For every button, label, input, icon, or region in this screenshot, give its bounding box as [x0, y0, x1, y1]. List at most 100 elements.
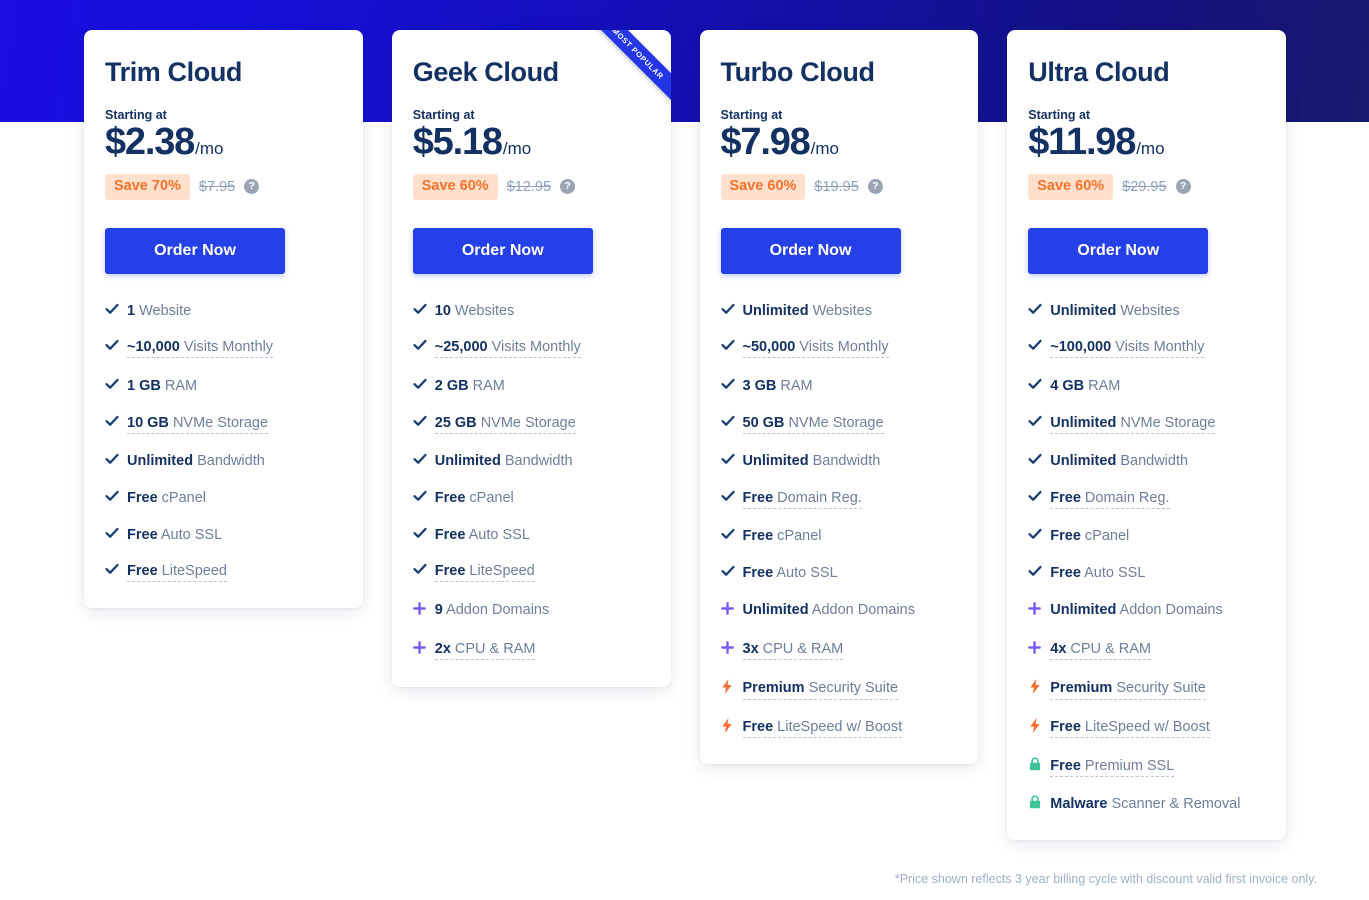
feature-highlight: Free — [742, 719, 774, 736]
feature-detail: cPanel — [1080, 528, 1130, 545]
feature-text: Free Auto SSL — [743, 564, 838, 582]
feature-text: 2 GB RAM — [435, 377, 505, 395]
feature-detail: Bandwidth — [808, 453, 881, 470]
feature-item: Free cPanel — [105, 489, 342, 507]
feature-text[interactable]: Premium Security Suite — [742, 679, 899, 700]
feature-item: Premium Security Suite — [1028, 679, 1265, 700]
plus-icon — [1028, 601, 1042, 622]
feature-text[interactable]: 3x CPU & RAM — [742, 640, 844, 661]
feature-text[interactable]: Free LiteSpeed w/ Boost — [1050, 718, 1210, 739]
feature-highlight: Unlimited — [434, 453, 501, 470]
feature-item: Free LiteSpeed — [413, 562, 650, 583]
feature-text[interactable]: Premium Security Suite — [1050, 679, 1206, 700]
feature-item: Free Auto SSL — [720, 564, 958, 582]
feature-text[interactable]: 2x CPU & RAM — [434, 640, 536, 661]
price-row: $2.38/mo — [105, 122, 342, 163]
feature-highlight: Free — [1050, 489, 1081, 506]
feature-text: Unlimited Bandwidth — [743, 452, 881, 470]
feature-highlight: 2x — [434, 641, 451, 658]
feature-highlight: 9 — [434, 601, 443, 618]
feature-item: Unlimited Bandwidth — [413, 452, 650, 470]
feature-detail: cPanel — [773, 528, 822, 545]
check-icon — [1028, 527, 1042, 545]
check-icon — [105, 414, 119, 432]
feature-detail: Visits Monthly — [1111, 339, 1205, 356]
feature-item: Free LiteSpeed w/ Boost — [721, 718, 958, 739]
feature-item: ~100,000 Visits Monthly — [1028, 338, 1265, 359]
check-icon — [1028, 338, 1042, 356]
feature-text[interactable]: Free Domain Reg. — [1050, 489, 1170, 509]
feature-text[interactable]: 50 GB NVMe Storage — [742, 414, 884, 434]
feature-text: Free cPanel — [743, 527, 822, 545]
plus-icon — [1028, 640, 1042, 661]
help-tooltip-icon[interactable]: ? — [560, 179, 576, 195]
feature-item: Free cPanel — [1028, 527, 1265, 545]
feature-text[interactable]: ~50,000 Visits Monthly — [742, 338, 889, 359]
feature-highlight: Free — [127, 563, 158, 580]
plus-icon — [412, 601, 426, 622]
feature-highlight: Unlimited — [742, 453, 809, 470]
price-row: $11.98/mo — [1028, 122, 1265, 163]
check-icon — [720, 489, 735, 507]
feature-detail: Scanner & Removal — [1107, 796, 1241, 813]
feature-text[interactable]: Free Premium SSL — [1050, 757, 1175, 777]
savings-row: Save 60% $19.95? — [720, 173, 958, 200]
feature-text[interactable]: Unlimited NVMe Storage — [1050, 414, 1216, 434]
save-badge: Save 60% — [412, 173, 498, 200]
feature-detail: NVMe Storage — [168, 414, 269, 431]
pricing-footnote: *Price shown reflects 3 year billing cyc… — [894, 872, 1317, 886]
feature-text[interactable]: Free LiteSpeed — [127, 562, 227, 583]
lightning-bolt-icon — [721, 718, 734, 737]
feature-text[interactable]: ~10,000 Visits Monthly — [127, 338, 274, 359]
feature-list: Unlimited Websites ~50,000 Visits Monthly… — [720, 302, 958, 739]
feature-text: Free Auto SSL — [435, 526, 530, 544]
feature-detail: RAM — [1084, 377, 1121, 394]
feature-text[interactable]: Free LiteSpeed w/ Boost — [742, 718, 903, 739]
price-period: /mo — [195, 138, 224, 158]
order-now-button[interactable]: Order Now — [105, 227, 285, 274]
feature-item: 4 GB RAM — [1028, 377, 1265, 395]
feature-highlight: Unlimited — [1050, 453, 1117, 470]
feature-detail: Websites — [450, 302, 515, 319]
savings-row: Save 70% $7.95? — [105, 173, 342, 200]
feature-detail: CPU & RAM — [758, 641, 844, 658]
feature-detail: Addon Domains — [1116, 601, 1223, 618]
check-icon — [1028, 414, 1042, 432]
check-icon — [1028, 302, 1042, 320]
feature-list: Unlimited Websites ~100,000 Visits Monthl… — [1028, 302, 1265, 815]
feature-text[interactable]: ~100,000 Visits Monthly — [1050, 338, 1205, 359]
feature-highlight: Free — [127, 489, 158, 506]
check-icon — [1028, 377, 1042, 395]
help-tooltip-icon[interactable]: ? — [1175, 179, 1191, 195]
check-icon — [413, 377, 427, 395]
feature-text[interactable]: 4x CPU & RAM — [1050, 640, 1151, 661]
feature-text[interactable]: ~25,000 Visits Monthly — [434, 338, 581, 359]
check-icon — [1028, 452, 1042, 470]
feature-highlight: Free — [434, 489, 466, 506]
check-icon — [105, 562, 119, 580]
feature-highlight: Free — [1050, 757, 1081, 774]
feature-text: 4 GB RAM — [1050, 377, 1120, 395]
feature-highlight: Unlimited — [742, 302, 809, 319]
plan-name: Geek Cloud — [412, 57, 559, 87]
order-now-button[interactable]: Order Now — [1028, 227, 1209, 274]
price-amount: $7.98 — [720, 120, 811, 163]
order-now-button[interactable]: Order Now — [412, 227, 593, 274]
feature-detail: Addon Domains — [808, 601, 915, 618]
feature-detail: Websites — [1116, 302, 1180, 319]
feature-text[interactable]: 10 GB NVMe Storage — [127, 414, 269, 434]
pricing-card: Turbo Cloud Starting at $7.98/mo Save 60% $1… — [699, 30, 979, 765]
help-tooltip-icon[interactable]: ? — [867, 179, 883, 195]
help-tooltip-icon[interactable]: ? — [244, 179, 260, 195]
feature-highlight: Free — [742, 489, 774, 506]
feature-text[interactable]: 25 GB NVMe Storage — [434, 414, 576, 434]
order-now-button[interactable]: Order Now — [720, 227, 901, 274]
feature-item: Unlimited Bandwidth — [720, 452, 958, 470]
feature-text[interactable]: Free LiteSpeed — [434, 562, 535, 583]
savings-row: Save 60% $29.95? — [1028, 173, 1265, 200]
feature-item: Unlimited Addon Domains — [720, 601, 958, 622]
feature-item: 2 GB RAM — [413, 377, 650, 395]
feature-item: Free Domain Reg. — [720, 489, 958, 509]
feature-text[interactable]: Free Domain Reg. — [742, 489, 862, 509]
feature-highlight: Unlimited — [1050, 414, 1117, 431]
